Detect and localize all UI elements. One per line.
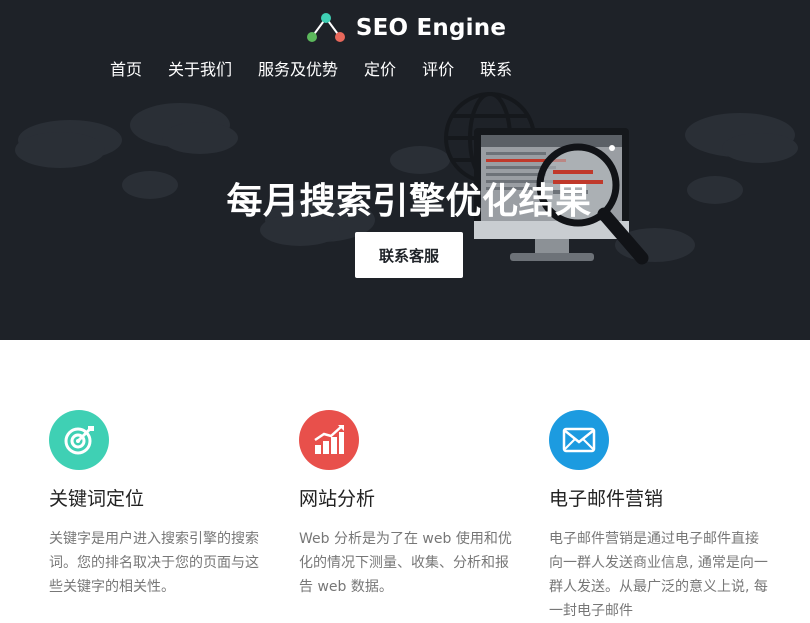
nav-item-about[interactable]: 关于我们: [168, 56, 232, 80]
three-node-graph-icon: [306, 13, 345, 42]
target-icon: [49, 410, 109, 470]
feature-title: 电子邮件营销: [549, 488, 664, 510]
nav-item-contact[interactable]: 联系: [480, 56, 512, 80]
feature-card-analytics: 网站分析 Web 分析是为了在 web 使用和优化的情况下测量、收集、分析和报告…: [299, 410, 521, 599]
main-nav: 首页 关于我们 服务及优势 定价 评价 联系: [110, 56, 538, 80]
feature-card-email: 电子邮件营销 电子邮件营销是通过电子邮件直接向一群人发送商业信息, 通常是向一群…: [549, 410, 771, 623]
hero-title: 每月搜索引擎优化结果: [226, 181, 592, 222]
hero-background-illustration: [15, 92, 798, 265]
features-section: 关键词定位 关键字是用户进入搜索引擎的搜索词。您的排名取决于您的页面与这些关键字…: [0, 340, 810, 619]
feature-description: 电子邮件营销是通过电子邮件直接向一群人发送商业信息, 通常是向一群人发送。从最广…: [549, 531, 768, 619]
nav-item-home[interactable]: 首页: [110, 56, 142, 80]
feature-title: 网站分析: [299, 488, 376, 510]
contact-support-button[interactable]: 联系客服: [355, 232, 463, 278]
nav-item-reviews[interactable]: 评价: [422, 56, 454, 80]
brand[interactable]: SEO Engine: [0, 8, 810, 48]
nav-item-services[interactable]: 服务及优势: [258, 56, 338, 80]
bar-chart-icon: [299, 410, 359, 470]
feature-description: 关键字是用户进入搜索引擎的搜索词。您的排名取决于您的页面与这些关键字的相关性。: [49, 531, 259, 595]
brand-name: SEO Engine: [355, 15, 507, 41]
envelope-icon: [549, 410, 609, 470]
nav-item-pricing[interactable]: 定价: [364, 56, 396, 80]
hero-section: SEO Engine 首页 关于我们 服务及优势 定价 评价 联系 每月搜索引擎…: [0, 0, 810, 340]
feature-title: 关键词定位: [49, 488, 145, 510]
feature-card-keywords: 关键词定位 关键字是用户进入搜索引擎的搜索词。您的排名取决于您的页面与这些关键字…: [49, 410, 271, 599]
feature-description: Web 分析是为了在 web 使用和优化的情况下测量、收集、分析和报告 web …: [299, 531, 512, 595]
